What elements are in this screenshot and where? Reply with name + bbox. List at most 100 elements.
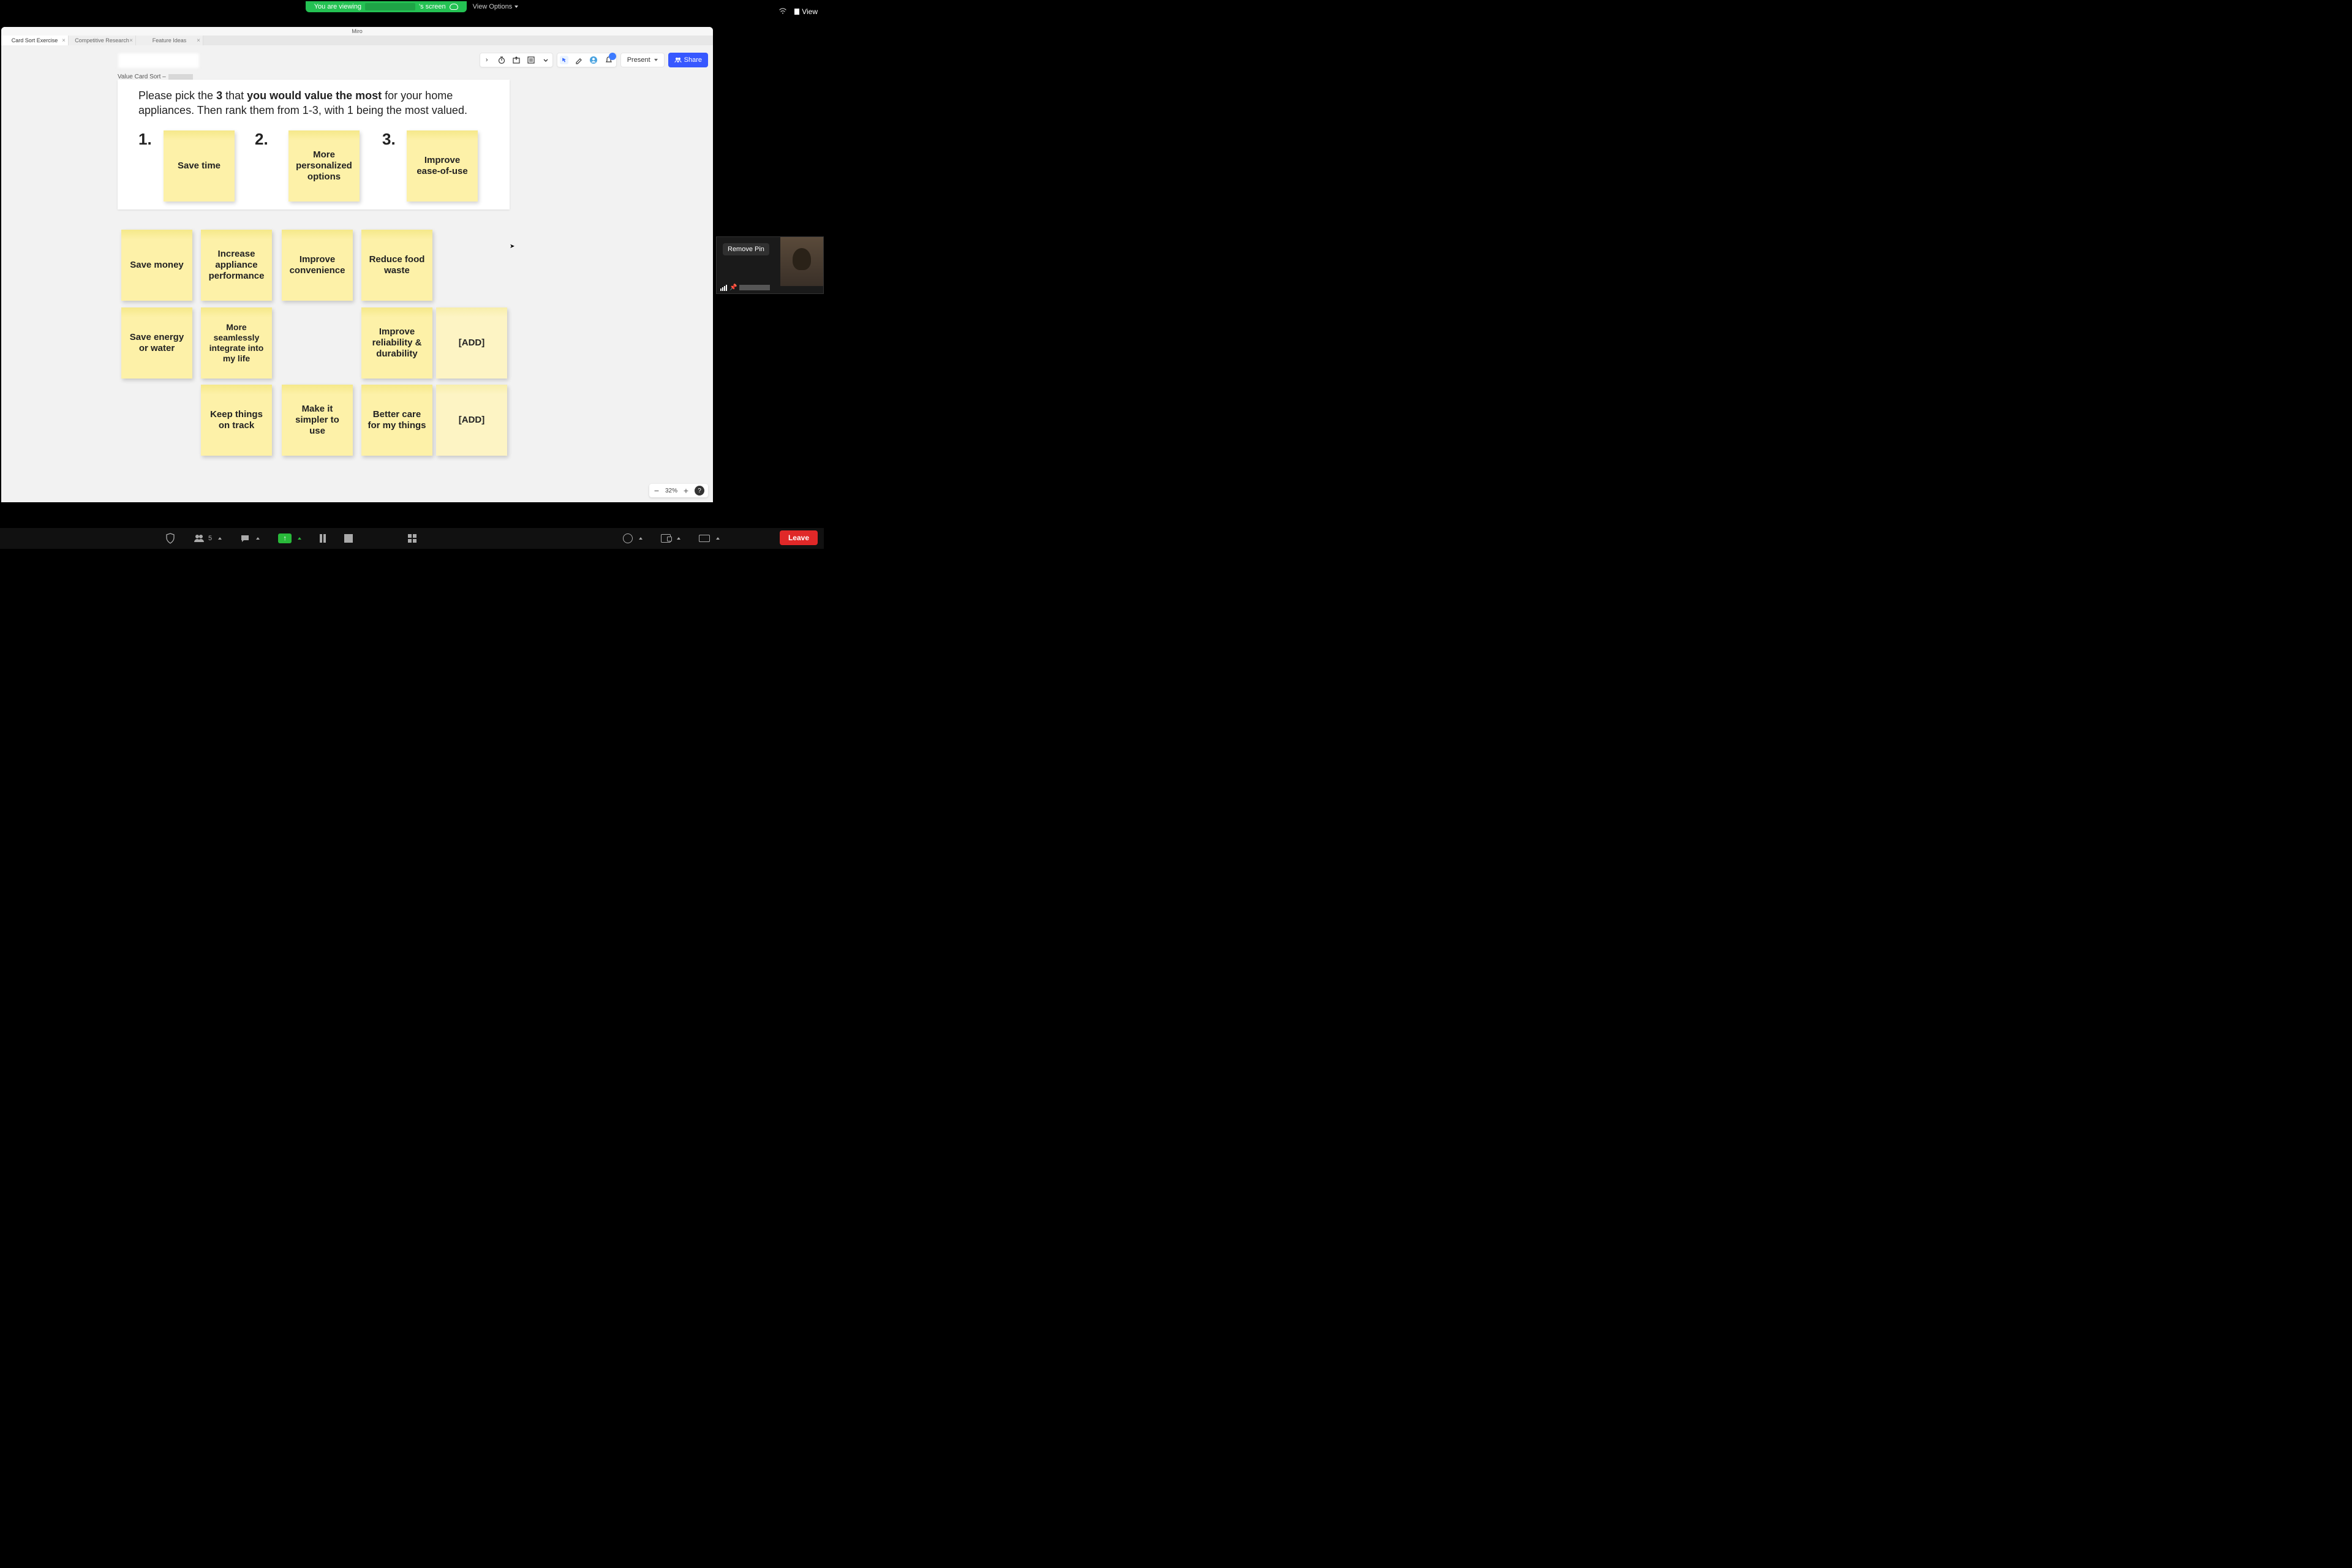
sticky-text: More personalized options bbox=[295, 149, 353, 183]
redacted-name bbox=[739, 285, 770, 290]
breakout-rooms-button[interactable] bbox=[661, 534, 680, 543]
sticky-text: Save energy or water bbox=[127, 332, 186, 354]
tab-card-sort[interactable]: Card Sort Exercise × bbox=[1, 36, 69, 45]
sticky-add-1[interactable]: [ADD] bbox=[436, 307, 507, 379]
sticky-improve-convenience[interactable]: Improve convenience bbox=[282, 230, 353, 301]
present-label: Present bbox=[627, 56, 650, 64]
tab-label: Competitive Research bbox=[75, 37, 129, 43]
sticky-text: Increase appliance performance bbox=[207, 249, 266, 282]
zoom-level[interactable]: 32% bbox=[665, 488, 677, 494]
sticky-text: Improve ease-of-use bbox=[413, 155, 472, 177]
sticky-save-money[interactable]: Save money bbox=[121, 230, 192, 301]
tab-competitive-research[interactable]: Competitive Research × bbox=[69, 36, 136, 45]
sticky-text: Keep things on track bbox=[207, 409, 266, 431]
sticky-simpler-to-use[interactable]: Make it simpler to use bbox=[282, 385, 353, 456]
signal-icon bbox=[720, 285, 727, 291]
sticky-add-2[interactable]: [ADD] bbox=[436, 385, 507, 456]
security-button[interactable] bbox=[165, 533, 175, 544]
participants-count: 5 bbox=[208, 535, 212, 542]
tab-feature-ideas[interactable]: Feature Ideas × bbox=[136, 36, 203, 45]
reactions-button[interactable] bbox=[623, 533, 643, 543]
share-button[interactable]: Share bbox=[668, 53, 708, 67]
sticky-text: Save time bbox=[178, 160, 221, 172]
instruction-text: Please pick the 3 that you would value t… bbox=[138, 88, 491, 118]
chevron-up-icon[interactable] bbox=[677, 537, 680, 540]
share-banner-suffix: 's screen bbox=[419, 3, 446, 10]
sticky-reduce-food-waste[interactable]: Reduce food waste bbox=[361, 230, 432, 301]
sticky-keep-on-track[interactable]: Keep things on track bbox=[201, 385, 272, 456]
sticky-text: Better care for my things bbox=[368, 409, 426, 431]
monitor-icon bbox=[699, 535, 710, 542]
tab-label: Card Sort Exercise bbox=[12, 37, 58, 43]
chevron-up-icon[interactable] bbox=[218, 537, 222, 540]
sticky-save-energy-water[interactable]: Save energy or water bbox=[121, 307, 192, 379]
chevron-down-icon[interactable] bbox=[541, 56, 550, 64]
leave-button[interactable]: Leave bbox=[780, 530, 818, 545]
sticky-seamlessly-integrate[interactable]: More seamlessly integrate into my life bbox=[201, 307, 272, 379]
remove-pin-button[interactable]: Remove Pin bbox=[723, 243, 769, 255]
notifications-icon[interactable] bbox=[604, 55, 614, 65]
rank-label-1: 1. bbox=[138, 130, 152, 149]
chat-button[interactable] bbox=[240, 534, 260, 543]
pinned-video-panel[interactable]: Remove Pin 📌 bbox=[716, 236, 824, 294]
expand-icon[interactable]: › bbox=[483, 56, 491, 64]
text-bold: you would value the most bbox=[247, 89, 382, 102]
screen-share-banner: You are viewing 's screen bbox=[306, 1, 467, 12]
chevron-up-icon[interactable] bbox=[256, 537, 260, 540]
sticky-increase-performance[interactable]: Increase appliance performance bbox=[201, 230, 272, 301]
zoom-in-button[interactable]: + bbox=[682, 486, 690, 496]
close-icon[interactable]: × bbox=[197, 37, 200, 44]
miro-canvas[interactable]: Value Card Sort – › Present bbox=[1, 45, 713, 502]
notification-badge bbox=[609, 53, 616, 60]
chevron-down-icon bbox=[514, 6, 518, 8]
board-title-redacted bbox=[118, 53, 200, 69]
stop-icon bbox=[344, 534, 353, 543]
sticky-improve-ease-of-use[interactable]: Improve ease-of-use bbox=[407, 130, 478, 202]
stop-share-button[interactable] bbox=[344, 534, 353, 543]
sticky-better-care[interactable]: Better care for my things bbox=[361, 385, 432, 456]
gallery-view-button[interactable] bbox=[408, 534, 417, 543]
sticky-text: More seamlessly integrate into my life bbox=[207, 322, 266, 363]
chevron-down-icon bbox=[654, 59, 658, 61]
pause-share-button[interactable] bbox=[320, 534, 326, 543]
collaborator-avatar[interactable] bbox=[589, 56, 598, 64]
highlighter-icon[interactable] bbox=[575, 56, 583, 64]
chevron-up-icon[interactable] bbox=[639, 537, 643, 540]
close-icon[interactable]: × bbox=[129, 37, 133, 44]
participants-button[interactable]: 5 bbox=[194, 534, 222, 543]
sticky-reliability-durability[interactable]: Improve reliability & durability bbox=[361, 307, 432, 379]
chat-icon bbox=[240, 534, 250, 543]
video-thumbnail bbox=[780, 237, 823, 286]
chevron-up-icon[interactable] bbox=[716, 537, 720, 540]
sticky-text: Make it simpler to use bbox=[288, 404, 347, 437]
timer-icon[interactable] bbox=[497, 56, 506, 64]
grid-icon bbox=[408, 534, 417, 543]
display-button[interactable] bbox=[699, 535, 720, 542]
share-banner-prefix: You are viewing bbox=[314, 3, 361, 10]
text-part: that bbox=[222, 89, 247, 102]
meeting-control-bar: 5 ↑ bbox=[0, 528, 824, 549]
shield-icon bbox=[165, 533, 175, 544]
export-icon[interactable] bbox=[512, 56, 521, 64]
zoom-out-button[interactable]: − bbox=[653, 486, 660, 496]
smiley-icon bbox=[623, 533, 633, 543]
chevron-up-icon[interactable] bbox=[298, 537, 301, 540]
close-icon[interactable]: × bbox=[62, 37, 66, 44]
present-button[interactable]: Present bbox=[620, 53, 665, 67]
help-button[interactable]: ? bbox=[695, 486, 704, 496]
share-screen-icon: ↑ bbox=[278, 533, 292, 543]
video-info-bar: 📌 bbox=[720, 284, 770, 291]
cursor-tool-icon[interactable] bbox=[560, 56, 568, 64]
toolbar-group-tools bbox=[557, 53, 617, 67]
list-icon[interactable] bbox=[527, 56, 535, 64]
share-screen-button[interactable]: ↑ bbox=[278, 533, 301, 543]
pause-icon bbox=[320, 534, 326, 543]
view-options-dropdown[interactable]: View Options bbox=[473, 3, 519, 10]
sticky-save-time[interactable]: Save time bbox=[164, 130, 235, 202]
miro-window: Miro Card Sort Exercise × Competitive Re… bbox=[1, 27, 713, 502]
text-bold: 3 bbox=[216, 89, 222, 102]
sticky-more-personalized[interactable]: More personalized options bbox=[288, 130, 360, 202]
cloud-icon bbox=[450, 4, 458, 10]
rank-label-3: 3. bbox=[382, 130, 396, 149]
sticky-text: Reduce food waste bbox=[368, 254, 426, 276]
